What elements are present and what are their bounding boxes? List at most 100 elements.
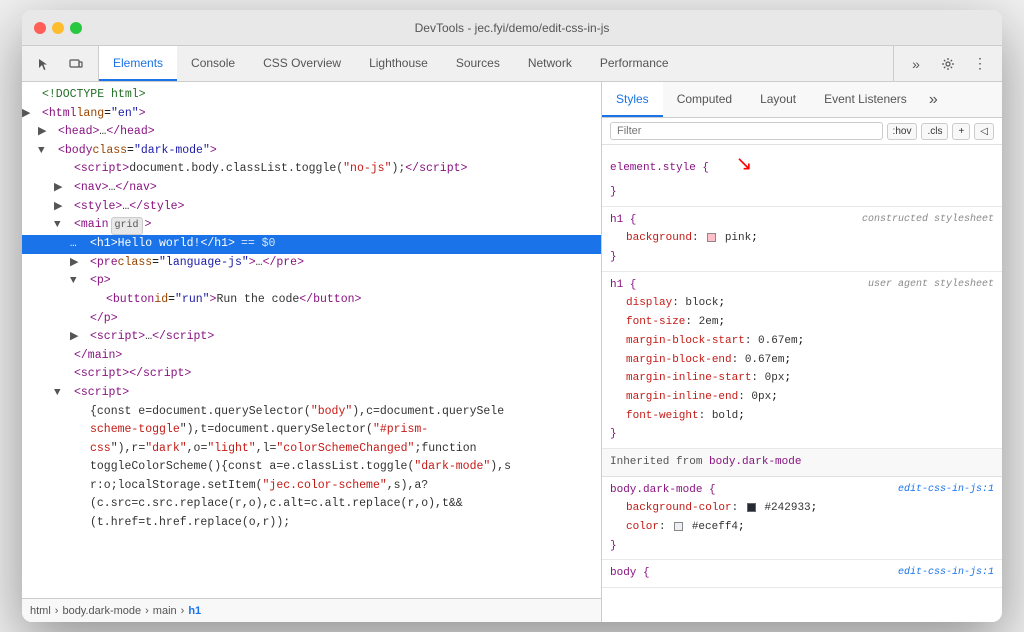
traffic-lights	[34, 22, 82, 34]
main-content: <!DOCTYPE html> ▶ <html lang="en"> ▶ <he…	[22, 82, 1002, 622]
dom-pre[interactable]: ▶ <pre class="language-js">…</pre>	[22, 254, 601, 273]
styles-tab-styles[interactable]: Styles	[602, 82, 663, 117]
styles-tab-computed[interactable]: Computed	[663, 82, 746, 117]
hov-filter-button[interactable]: :hov	[887, 123, 918, 140]
main-tab-bar: Elements Console CSS Overview Lighthouse…	[22, 46, 1002, 82]
breadcrumb-body[interactable]: body.dark-mode	[62, 605, 141, 617]
ua-margin-inline-end: margin-inline-end: 0px;	[610, 388, 994, 407]
toolbar-right: » ⋮	[893, 46, 1002, 81]
tab-sources[interactable]: Sources	[442, 46, 514, 81]
body-dark-mode-close: }	[610, 537, 994, 556]
red-arrow-annotation: ↘	[736, 154, 753, 177]
styles-tab-event-listeners[interactable]: Event Listeners	[810, 82, 921, 117]
minimize-button[interactable]	[52, 22, 64, 34]
ua-stylesheet-label: user agent stylesheet	[868, 276, 994, 293]
body-source[interactable]: edit-css-in-js:1	[898, 564, 994, 581]
dom-js6: (c.src=c.src.replace(r,o),c.alt=c.alt.re…	[22, 495, 601, 514]
dom-style[interactable]: ▶ <style>…</style>	[22, 198, 601, 217]
styles-tab-more[interactable]: »	[921, 82, 946, 117]
dom-js3: css"),r="dark",o="light",l="colorSchemeC…	[22, 440, 601, 459]
device-toggle-icon[interactable]	[62, 50, 90, 78]
element-style-close: }	[610, 183, 994, 202]
styles-tab-bar: Styles Computed Layout Event Listeners »	[602, 82, 1002, 118]
body-selector-line: body { edit-css-in-js:1	[610, 564, 994, 583]
ua-font-size: font-size: 2em;	[610, 313, 994, 332]
cursor-icon[interactable]	[30, 50, 58, 78]
toggle-sidebar-button[interactable]: ◁	[974, 123, 994, 140]
h1-constructed-selector-line: h1 { constructed stylesheet	[610, 211, 994, 230]
body-block: body { edit-css-in-js:1	[602, 560, 1002, 588]
dom-body[interactable]: ▼ <body class="dark-mode">	[22, 142, 601, 161]
maximize-button[interactable]	[70, 22, 82, 34]
styles-panel: Styles Computed Layout Event Listeners »…	[602, 82, 1002, 622]
dom-nav[interactable]: ▶ <nav>…</nav>	[22, 179, 601, 198]
element-style-selector: element.style { ↘	[610, 149, 994, 183]
dom-script2[interactable]: ▶ <script>…</script>	[22, 328, 601, 347]
h1-ua-selector-line: h1 { user agent stylesheet	[610, 276, 994, 295]
body-dark-mode-selector-line: body.dark-mode { edit-css-in-js:1	[610, 481, 994, 500]
dom-panel: <!DOCTYPE html> ▶ <html lang="en"> ▶ <he…	[22, 82, 602, 622]
filter-bar: :hov .cls + ◁	[602, 118, 1002, 145]
cls-filter-button[interactable]: .cls	[921, 123, 948, 140]
tab-network[interactable]: Network	[514, 46, 586, 81]
breadcrumb-main[interactable]: main	[153, 605, 177, 617]
dom-script1[interactable]: <script>document.body.classList.toggle("…	[22, 160, 601, 179]
dom-script4[interactable]: ▼ <script>	[22, 384, 601, 403]
dom-js4: toggleColorScheme(){const a=e.classList.…	[22, 458, 601, 477]
breadcrumb-html[interactable]: html	[30, 605, 51, 617]
color-prop: color: #eceff4;	[610, 518, 994, 537]
dom-js7: (t.href=t.href.replace(o,r));	[22, 514, 601, 533]
dom-p-close[interactable]: </p>	[22, 310, 601, 329]
ua-margin-block-end: margin-block-end: 0.67em;	[610, 351, 994, 370]
styles-tab-layout[interactable]: Layout	[746, 82, 810, 117]
dom-main-close[interactable]: </main>	[22, 347, 601, 366]
tab-elements[interactable]: Elements	[99, 46, 177, 81]
devtools-window: DevTools - jec.fyi/demo/edit-css-in-js E…	[22, 10, 1002, 622]
ua-font-weight: font-weight: bold;	[610, 407, 994, 426]
dom-h1[interactable]: … <h1>Hello world!</h1> == $0	[22, 235, 601, 254]
h1-user-agent-block: h1 { user agent stylesheet display: bloc…	[602, 272, 1002, 449]
dom-head[interactable]: ▶ <head>…</head>	[22, 123, 601, 142]
close-button[interactable]	[34, 22, 46, 34]
title-bar: DevTools - jec.fyi/demo/edit-css-in-js	[22, 10, 1002, 46]
dom-main[interactable]: ▼ <main grid>	[22, 216, 601, 235]
dom-js5: r:o;localStorage.setItem("jec.color-sche…	[22, 477, 601, 496]
body-dark-mode-block: body.dark-mode { edit-css-in-js:1 backgr…	[602, 477, 1002, 561]
settings-icon[interactable]	[934, 50, 962, 78]
dom-button[interactable]: <button id="run">Run the code</button>	[22, 291, 601, 310]
ua-margin-inline-start: margin-inline-start: 0px;	[610, 369, 994, 388]
tab-css-overview[interactable]: CSS Overview	[249, 46, 355, 81]
pink-swatch[interactable]	[707, 233, 716, 242]
inherited-header: Inherited from body.dark-mode	[602, 449, 1002, 477]
dom-doctype[interactable]: <!DOCTYPE html>	[22, 86, 601, 105]
light-color-swatch[interactable]	[674, 522, 683, 531]
ua-display: display: block;	[610, 294, 994, 313]
dom-script3[interactable]: <script></script>	[22, 365, 601, 384]
more-options-icon[interactable]: ⋮	[966, 50, 994, 78]
tab-performance[interactable]: Performance	[586, 46, 683, 81]
dom-p[interactable]: ▼ <p>	[22, 272, 601, 291]
body-dark-source[interactable]: edit-css-in-js:1	[898, 481, 994, 498]
tab-lighthouse[interactable]: Lighthouse	[355, 46, 442, 81]
inherited-selector[interactable]: body.dark-mode	[709, 456, 801, 468]
dom-js2: scheme-toggle"),t=document.querySelector…	[22, 421, 601, 440]
bg-color-prop: background-color: #242933;	[610, 499, 994, 518]
filter-input[interactable]	[610, 122, 883, 140]
ua-margin-block-start: margin-block-start: 0.67em;	[610, 332, 994, 351]
more-tabs-icon[interactable]: »	[902, 50, 930, 78]
add-style-button[interactable]: +	[952, 123, 970, 140]
dark-bg-swatch[interactable]	[747, 503, 756, 512]
dom-js1: {const e=document.querySelector("body"),…	[22, 403, 601, 422]
tab-console[interactable]: Console	[177, 46, 249, 81]
dom-tree[interactable]: <!DOCTYPE html> ▶ <html lang="en"> ▶ <he…	[22, 82, 601, 598]
element-style-block: element.style { ↘ }	[602, 145, 1002, 207]
h1-ua-close: }	[610, 425, 994, 444]
toolbar-left	[30, 46, 99, 81]
breadcrumb-h1[interactable]: h1	[188, 605, 201, 617]
tab-list: Elements Console CSS Overview Lighthouse…	[99, 46, 893, 81]
breadcrumb: html › body.dark-mode › main › h1	[22, 598, 601, 622]
window-title: DevTools - jec.fyi/demo/edit-css-in-js	[415, 21, 610, 35]
h1-constructed-close: }	[610, 248, 994, 267]
dom-html[interactable]: ▶ <html lang="en">	[22, 105, 601, 124]
styles-content[interactable]: element.style { ↘ } h1 { constructed sty…	[602, 145, 1002, 622]
